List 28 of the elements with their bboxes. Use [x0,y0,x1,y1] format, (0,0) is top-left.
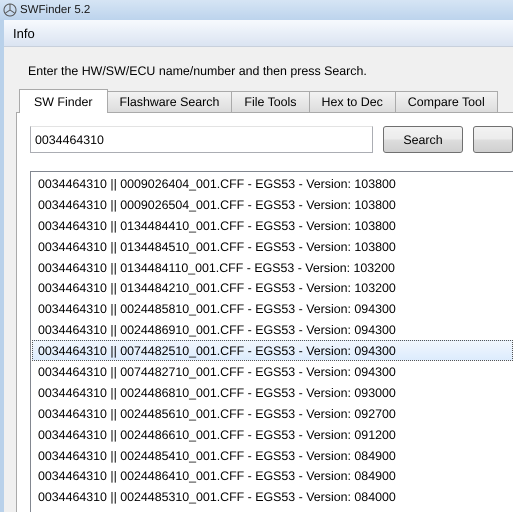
app-logo-icon [3,3,17,17]
result-row[interactable]: 0034464310 || 0009026404_001.CFF - EGS53 - Version: 103800 [32,173,513,194]
result-row[interactable]: 0034464310 || 0134484510_001.CFF - EGS53 - Version: 103800 [32,236,513,257]
tab[interactable]: File Tools [231,91,310,112]
menu-item[interactable]: Info [8,26,40,40]
result-row[interactable]: 0034464310 || 0134484110_001.CFF - EGS53 - Version: 103200 [32,256,513,278]
instruction-text: Enter the HW/SW/ECU name/number and then press Search. [28,64,368,80]
tab[interactable]: Flashware Search [106,91,232,112]
window-title: SWFinder 5.2 [20,4,90,16]
result-row[interactable]: 0034464310 || 0024486610_001.CFF - EGS53 - Version: 091200 [32,424,513,445]
result-row[interactable]: 0034464310 || 0134484410_001.CFF - EGS53 - Version: 103800 [32,214,513,236]
result-row[interactable]: 0034464310 || 0024486410_001.CFF - EGS53 - Version: 084900 [32,465,513,486]
result-row[interactable]: 0034464310 || 0024485410_001.CFF - EGS53 - Version: 084900 [32,444,513,466]
tab[interactable]: Compare Tool [394,91,498,112]
tab[interactable]: Hex to Dec [308,91,396,112]
cut-off-button[interactable] [473,126,513,153]
result-row[interactable]: 0034464310 || 0024485310_001.CFF - EGS53 - Version: 084000 [32,486,513,508]
result-row[interactable]: 0034464310 || 0009026504_001.CFF - EGS53 - Version: 103800 [32,194,513,215]
result-row[interactable]: 0034464310 || 0024485810_001.CFF - EGS53 - Version: 094300 [32,298,513,320]
tab[interactable]: SW Finder [19,89,108,113]
result-row[interactable]: 0034464310 || 0024486810_001.CFF - EGS53 - Version: 093000 [32,382,513,403]
result-row[interactable]: 0034464310 || 0024486910_001.CFF - EGS53 - Version: 094300 [32,319,513,340]
result-row[interactable]: 0034464310 || 0024485610_001.CFF - EGS53 - Version: 092700 [32,402,513,424]
search-button[interactable]: Search [383,126,463,153]
result-row[interactable]: 0034464310 || 0074482710_001.CFF - EGS53 - Version: 094300 [32,361,513,382]
search-field[interactable]: 0034464310 [30,126,373,153]
result-row[interactable]: 0034464310 || 0134484210_001.CFF - EGS53 - Version: 103200 [32,277,513,298]
result-row[interactable]: 0034464310 || 0074482510_001.CFF - EGS53 - Version: 094300 [32,340,513,362]
